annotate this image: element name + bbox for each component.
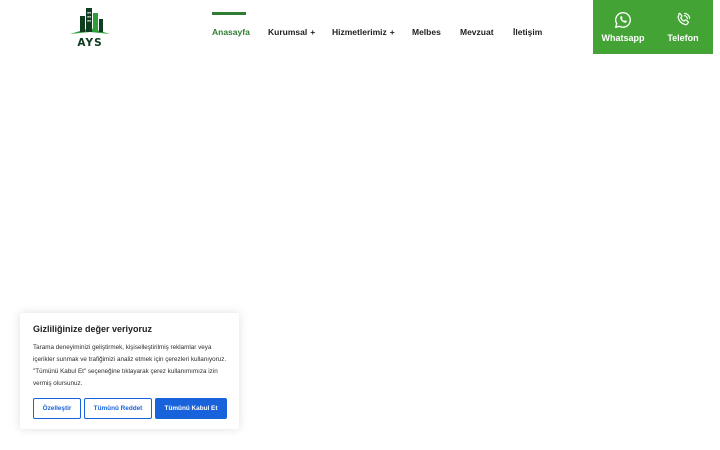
phone-icon [677,12,691,26]
nav-item-iletisim[interactable]: İletişim [513,27,542,41]
phone-button[interactable]: Telefon [653,0,713,54]
phone-label: Telefon [667,33,699,43]
nav-label: İletişim [513,27,543,37]
nav-label: Melbes [412,27,441,37]
nav-item-melbes[interactable]: Melbes [412,27,441,41]
cookie-description: Tarama deneyiminizi geliştirmek, kişisel… [33,344,227,387]
nav-item-anasayfa[interactable]: Anasayfa [212,27,250,41]
nav-label: Anasayfa [212,27,250,37]
cookie-consent-banner: Gizliliğinize değer veriyoruz Tarama den… [20,313,239,429]
customize-button[interactable]: Özelleştir [33,398,81,419]
whatsapp-button[interactable]: Whatsapp [593,0,653,54]
building-logo-icon [70,8,110,34]
nav-item-mevzuat[interactable]: Mevzuat [460,27,494,41]
accept-all-button[interactable]: Tümünü Kabul Et [155,398,227,419]
nav-active-indicator [212,12,246,15]
site-header: AYS Anasayfa Kurumsal + Hizmetlerimiz + Me… [0,0,720,56]
logo-text: AYS [77,37,103,49]
reject-all-button[interactable]: Tümünü Reddet [84,398,152,419]
site-logo[interactable]: AYS [66,4,114,50]
plus-icon: + [389,27,395,37]
contact-box: Whatsapp Telefon [593,0,713,54]
nav-item-hizmetlerimiz[interactable]: Hizmetlerimiz + [332,27,395,41]
nav-label: Mevzuat [460,27,494,37]
cookie-title: Gizliliğinize değer veriyoruz [33,324,153,334]
nav-item-kurumsal[interactable]: Kurumsal + [268,27,315,41]
nav-label: Kurumsal [268,27,308,37]
whatsapp-icon [615,11,631,28]
nav-label: Hizmetlerimiz [332,27,387,37]
whatsapp-label: Whatsapp [601,33,645,43]
plus-icon: + [310,27,316,37]
